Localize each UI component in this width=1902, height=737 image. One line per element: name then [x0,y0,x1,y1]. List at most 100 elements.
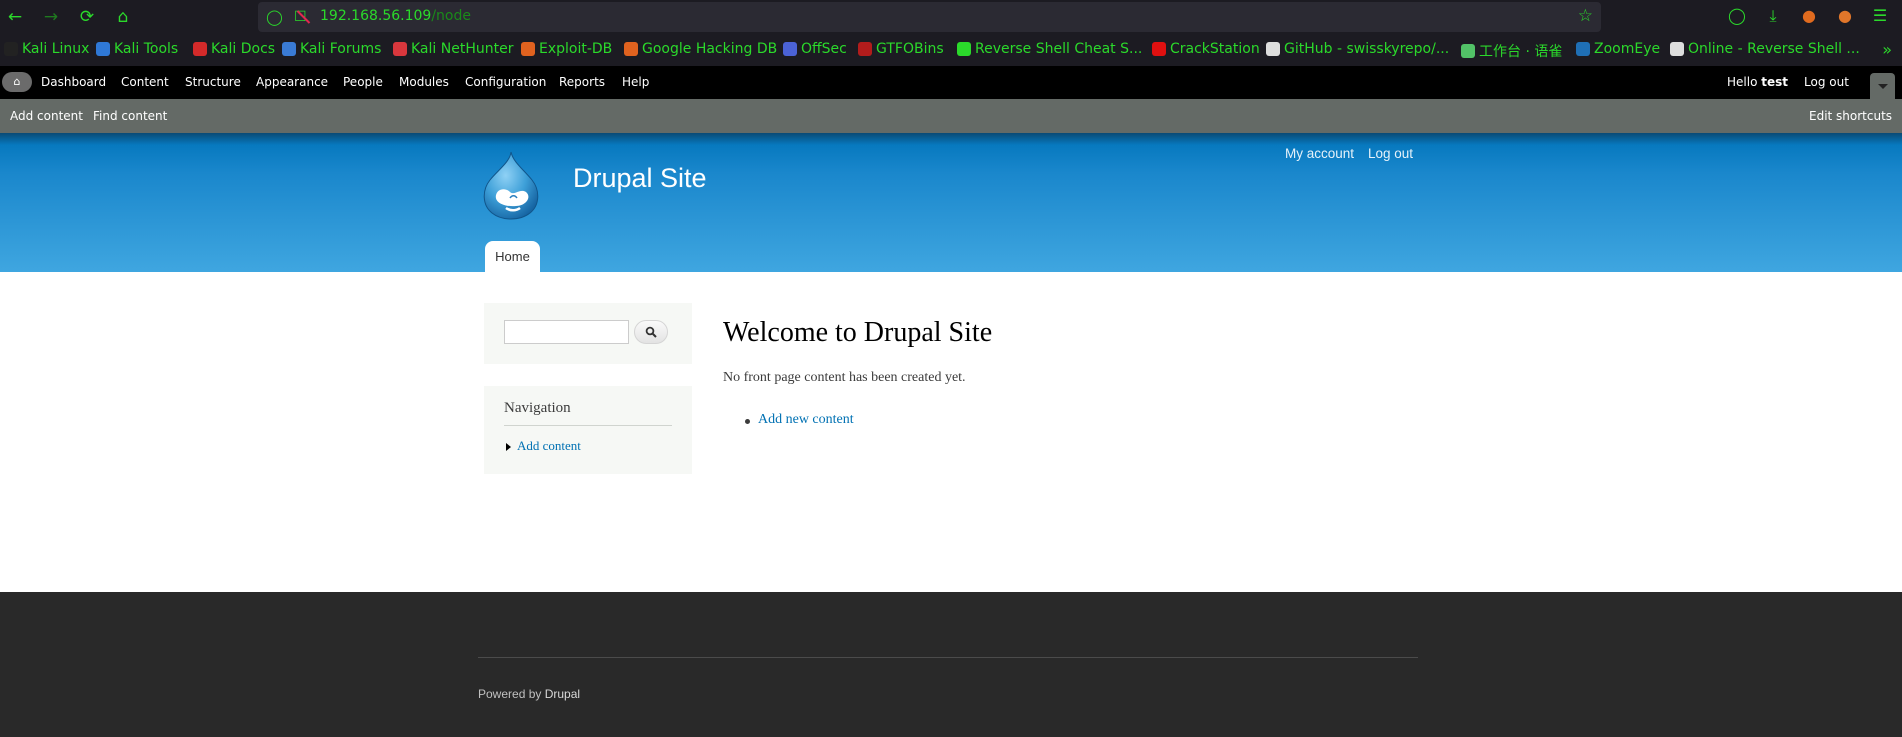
my-account-link[interactable]: My account [1285,146,1354,161]
admin-home-button[interactable]: ⌂ [2,72,32,92]
ghdb-icon [624,42,638,56]
admin-menu-reports[interactable]: Reports [559,75,605,89]
home-icon: ⌂ [13,75,21,88]
username-link[interactable]: test [1761,75,1788,89]
admin-menu-help[interactable]: Help [622,75,649,89]
bookmark-label: Online - Reverse Shell ... [1688,41,1860,57]
home-icon[interactable]: ⌂ [112,6,134,28]
bookmark-label: OffSec [801,41,847,57]
list-bullet [745,419,750,424]
shortcut-add-content[interactable]: Add content [10,109,83,123]
skull-icon [1670,42,1684,56]
add-new-content-link[interactable]: Add new content [758,412,854,428]
powered-by-prefix: Powered by [478,687,545,701]
user-greeting: Hello test [1727,75,1788,89]
powered-by: Powered by Drupal [478,687,580,701]
site-name[interactable]: Drupal Site [573,163,707,194]
bookmark-label: Kali NetHunter [411,41,514,57]
bookmark-item[interactable]: GitHub - swisskyrepo/... [1266,41,1449,57]
url-path: /node [431,8,471,24]
yuque-icon [1461,44,1475,58]
kali-docs-icon [193,42,207,56]
admin-menu-dashboard[interactable]: Dashboard [41,75,106,89]
more-bookmarks-chevron-icon[interactable]: » [1882,40,1892,59]
nethunter-icon [393,42,407,56]
crackstation-icon [1152,42,1166,56]
extension-icon[interactable]: ● [1798,6,1820,25]
bookmark-label: GTFOBins [876,41,944,57]
bookmark-item[interactable]: Kali Linux [4,41,89,57]
admin-menu-content[interactable]: Content [121,75,169,89]
main-menu-home-tab[interactable]: Home [485,241,540,273]
bookmark-item[interactable]: CrackStation [1152,41,1260,57]
admin-toolbar: ⌂ Dashboard Content Structure Appearance… [0,66,1902,99]
edit-shortcuts-link[interactable]: Edit shortcuts [1809,109,1892,123]
no-content-message: No front page content has been created y… [723,370,966,385]
site-header [0,133,1902,272]
bookmarks-bar: » Kali Linux Kali Tools Kali Docs Kali Foru… [0,33,1902,66]
bookmark-item[interactable]: Kali Forums [282,41,381,57]
back-arrow-icon[interactable]: ← [4,6,26,28]
bookmark-label: GitHub - swisskyrepo/... [1284,41,1450,57]
fox-icon[interactable]: ● [1834,6,1856,25]
search-button[interactable] [634,320,668,344]
hamburger-menu-icon[interactable]: ☰ [1869,6,1891,25]
url-text[interactable]: 192.168.56.109/node [320,8,471,24]
bookmark-label: 工作台 · 语雀 [1479,44,1563,60]
bookmark-label: CrackStation [1170,41,1260,57]
kali-tools-icon [96,42,110,56]
shortcut-find-content[interactable]: Find content [93,109,167,123]
shield-icon[interactable]: ◯ [266,7,283,27]
navigation-title: Navigation [504,400,571,416]
greeting-prefix: Hello [1727,75,1762,89]
admin-logout-link[interactable]: Log out [1804,75,1849,89]
admin-menu-structure[interactable]: Structure [185,75,241,89]
bookmark-item[interactable]: ZoomEye [1576,41,1660,57]
bookmark-item[interactable]: Kali Docs [193,41,275,57]
shortcuts-toggle-button[interactable] [1870,73,1895,99]
search-icon [645,326,657,338]
bookmark-item[interactable]: OffSec [783,41,847,57]
bookmark-item[interactable]: Kali Tools [96,41,178,57]
bookmark-item[interactable]: GTFOBins [858,41,944,57]
bookmark-item[interactable]: Google Hacking DB [624,41,777,57]
url-bar[interactable]: ◯ ☐ 192.168.56.109/node ☆ [258,2,1601,32]
search-block [484,303,692,364]
bookmark-label: Kali Docs [211,41,276,57]
drupal-link[interactable]: Drupal [545,687,580,701]
search-input[interactable] [504,320,629,344]
nav-add-content-link[interactable]: Add content [517,438,581,454]
forward-arrow-icon[interactable]: → [40,6,62,28]
admin-menu-appearance[interactable]: Appearance [256,75,328,89]
shortcuts-bar: Add content Find content Edit shortcuts [0,99,1902,133]
bookmark-item[interactable]: Online - Reverse Shell ... [1670,41,1860,57]
globe-icon [957,42,971,56]
download-icon[interactable]: ⤓ [1762,6,1784,26]
gtfobins-icon [858,42,872,56]
drupal-logo[interactable] [480,150,542,220]
bookmark-item[interactable]: Kali NetHunter [393,41,513,57]
collapsed-arrow-icon [506,443,511,451]
site-footer: Powered by Drupal [0,592,1902,737]
bookmark-star-icon[interactable]: ☆ [1578,6,1593,26]
bookmark-label: Google Hacking DB [642,41,778,57]
bookmark-item[interactable]: Exploit-DB [521,41,612,57]
footer-divider [478,657,1418,658]
navigation-divider [504,425,672,426]
offsec-icon [783,42,797,56]
pocket-icon[interactable]: ◯ [1726,6,1748,25]
admin-menu-people[interactable]: People [343,75,383,89]
browser-toolbar: ← → ⟳ ⌂ ◯ ☐ 192.168.56.109/node ☆ ◯ ⤓ ● … [0,0,1902,33]
bookmark-item[interactable]: 工作台 · 语雀 [1461,41,1562,61]
navigation-block: Navigation Add content [484,386,692,474]
bookmark-label: Kali Tools [114,41,179,57]
kali-dragon-icon [4,42,18,56]
bookmark-label: Kali Forums [300,41,382,57]
admin-menu-modules[interactable]: Modules [399,75,449,89]
admin-menu-configuration[interactable]: Configuration [465,75,546,89]
header-logout-link[interactable]: Log out [1368,146,1413,161]
bookmark-item[interactable]: Reverse Shell Cheat S... [957,41,1142,57]
insecure-lock-icon[interactable]: ☐ [294,7,310,27]
url-host: 192.168.56.109 [320,8,432,24]
reload-icon[interactable]: ⟳ [76,6,98,28]
